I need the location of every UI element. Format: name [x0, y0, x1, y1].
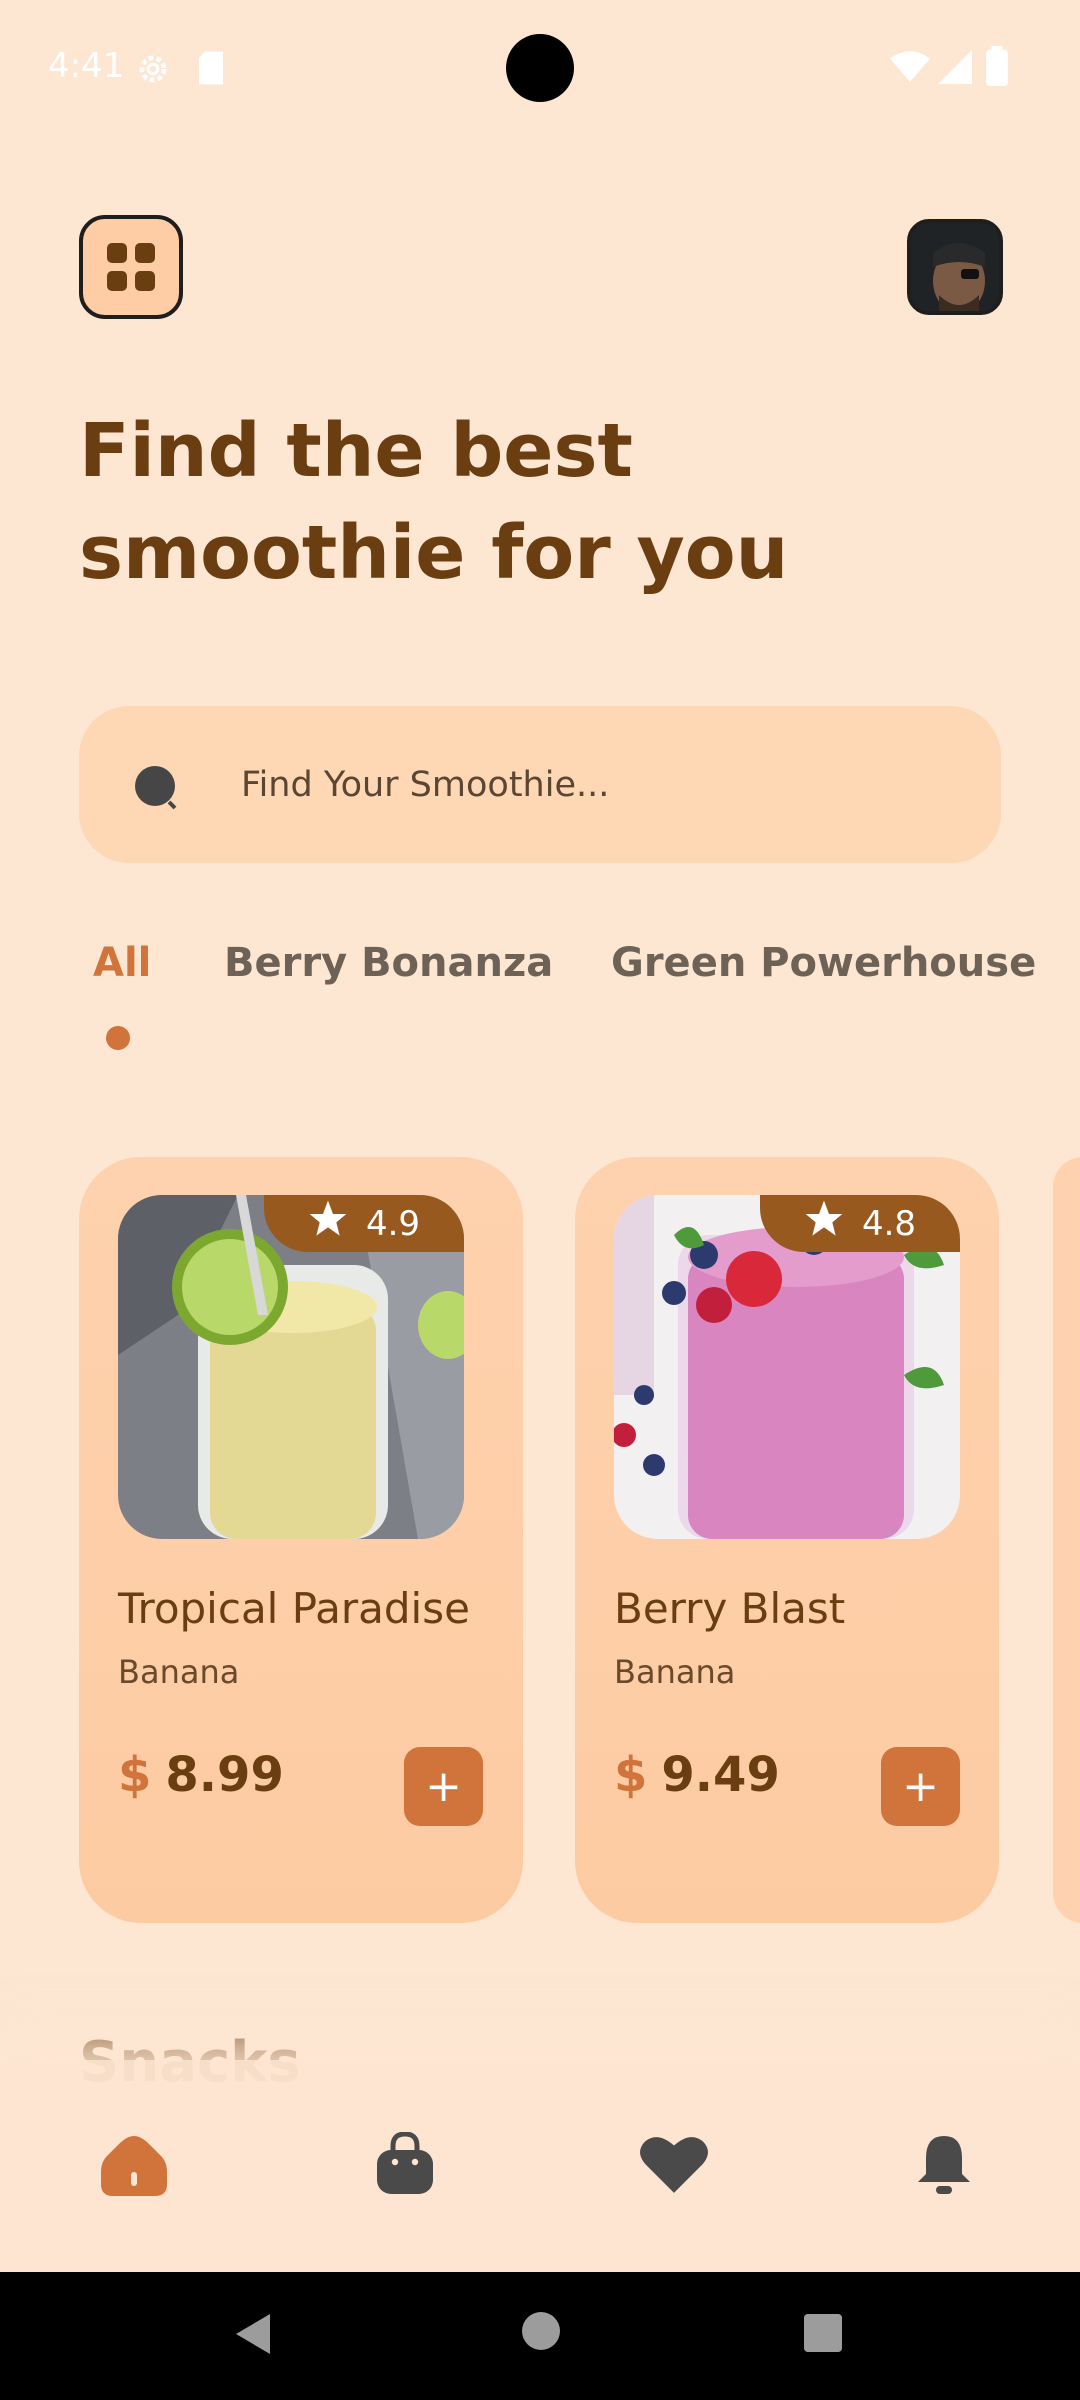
nav-home[interactable] [98, 2130, 170, 2202]
heart-icon [639, 2133, 709, 2199]
camera-cutout [506, 34, 574, 102]
search-input[interactable] [241, 754, 941, 816]
star-icon [804, 1199, 844, 1248]
avatar[interactable] [907, 219, 1003, 315]
battery-icon [986, 46, 1008, 90]
product-card[interactable]: 4.8 Berry Blast Banana $9.49 + [575, 1157, 999, 1923]
category-tabs: All Berry Bonanza Green Powerhouse [0, 940, 1080, 1060]
bag-icon [375, 2131, 435, 2200]
price-value: 8.99 [165, 1747, 284, 1803]
nav-notifications[interactable] [908, 2130, 980, 2202]
settings-icon [134, 50, 172, 92]
tab-all[interactable]: All [93, 940, 151, 986]
product-subtitle: Banana [614, 1653, 736, 1691]
product-name: Tropical Paradise [118, 1584, 470, 1633]
avatar-image [911, 223, 999, 311]
product-price: $8.99 [118, 1747, 284, 1803]
add-to-cart-button[interactable]: + [404, 1747, 483, 1826]
star-icon [308, 1199, 348, 1248]
plus-icon: + [902, 1761, 939, 1812]
home-button-icon[interactable] [522, 2312, 560, 2354]
recents-icon[interactable] [804, 2314, 842, 2356]
product-image: 4.8 [614, 1195, 960, 1539]
nav-favorites[interactable] [638, 2130, 710, 2202]
add-to-cart-button[interactable]: + [881, 1747, 960, 1826]
product-card-partial[interactable] [1053, 1157, 1080, 1923]
currency-symbol: $ [614, 1747, 648, 1803]
search-icon [131, 762, 183, 818]
tab-berry-bonanza[interactable]: Berry Bonanza [224, 940, 553, 986]
sd-card-icon [196, 50, 226, 90]
rating-badge: 4.8 [760, 1195, 960, 1252]
rating-badge: 4.9 [264, 1195, 464, 1252]
nav-cart[interactable] [369, 2130, 441, 2202]
product-card[interactable]: 4.9 Tropical Paradise Banana $8.99 + [79, 1157, 523, 1923]
bottom-navigation [0, 2060, 1080, 2272]
grid-menu-icon [107, 243, 127, 263]
wifi-icon [890, 50, 930, 88]
headline-line-2: smoothie for you [79, 510, 789, 596]
search-bar[interactable] [79, 706, 1001, 863]
tab-green-powerhouse[interactable]: Green Powerhouse [611, 940, 1036, 986]
active-tab-indicator [106, 1026, 130, 1050]
rating-value: 4.8 [861, 1203, 917, 1244]
page-title: Find the best smoothie for you [79, 400, 979, 604]
menu-button[interactable] [79, 215, 183, 319]
price-value: 9.49 [661, 1747, 780, 1803]
headline-line-1: Find the best [79, 408, 633, 494]
status-time: 4:41 [48, 46, 125, 86]
back-icon[interactable] [234, 2312, 274, 2360]
product-image: 4.9 [118, 1195, 464, 1539]
product-name: Berry Blast [614, 1584, 846, 1633]
plus-icon: + [425, 1761, 462, 1812]
rating-value: 4.9 [365, 1203, 421, 1244]
signal-icon [938, 50, 972, 88]
product-subtitle: Banana [118, 1653, 240, 1691]
system-navigation-bar [0, 2272, 1080, 2400]
currency-symbol: $ [118, 1747, 152, 1803]
product-price: $9.49 [614, 1747, 780, 1803]
home-icon [101, 2132, 167, 2200]
status-bar: 4:41 [0, 0, 1080, 136]
bell-icon [916, 2132, 972, 2200]
